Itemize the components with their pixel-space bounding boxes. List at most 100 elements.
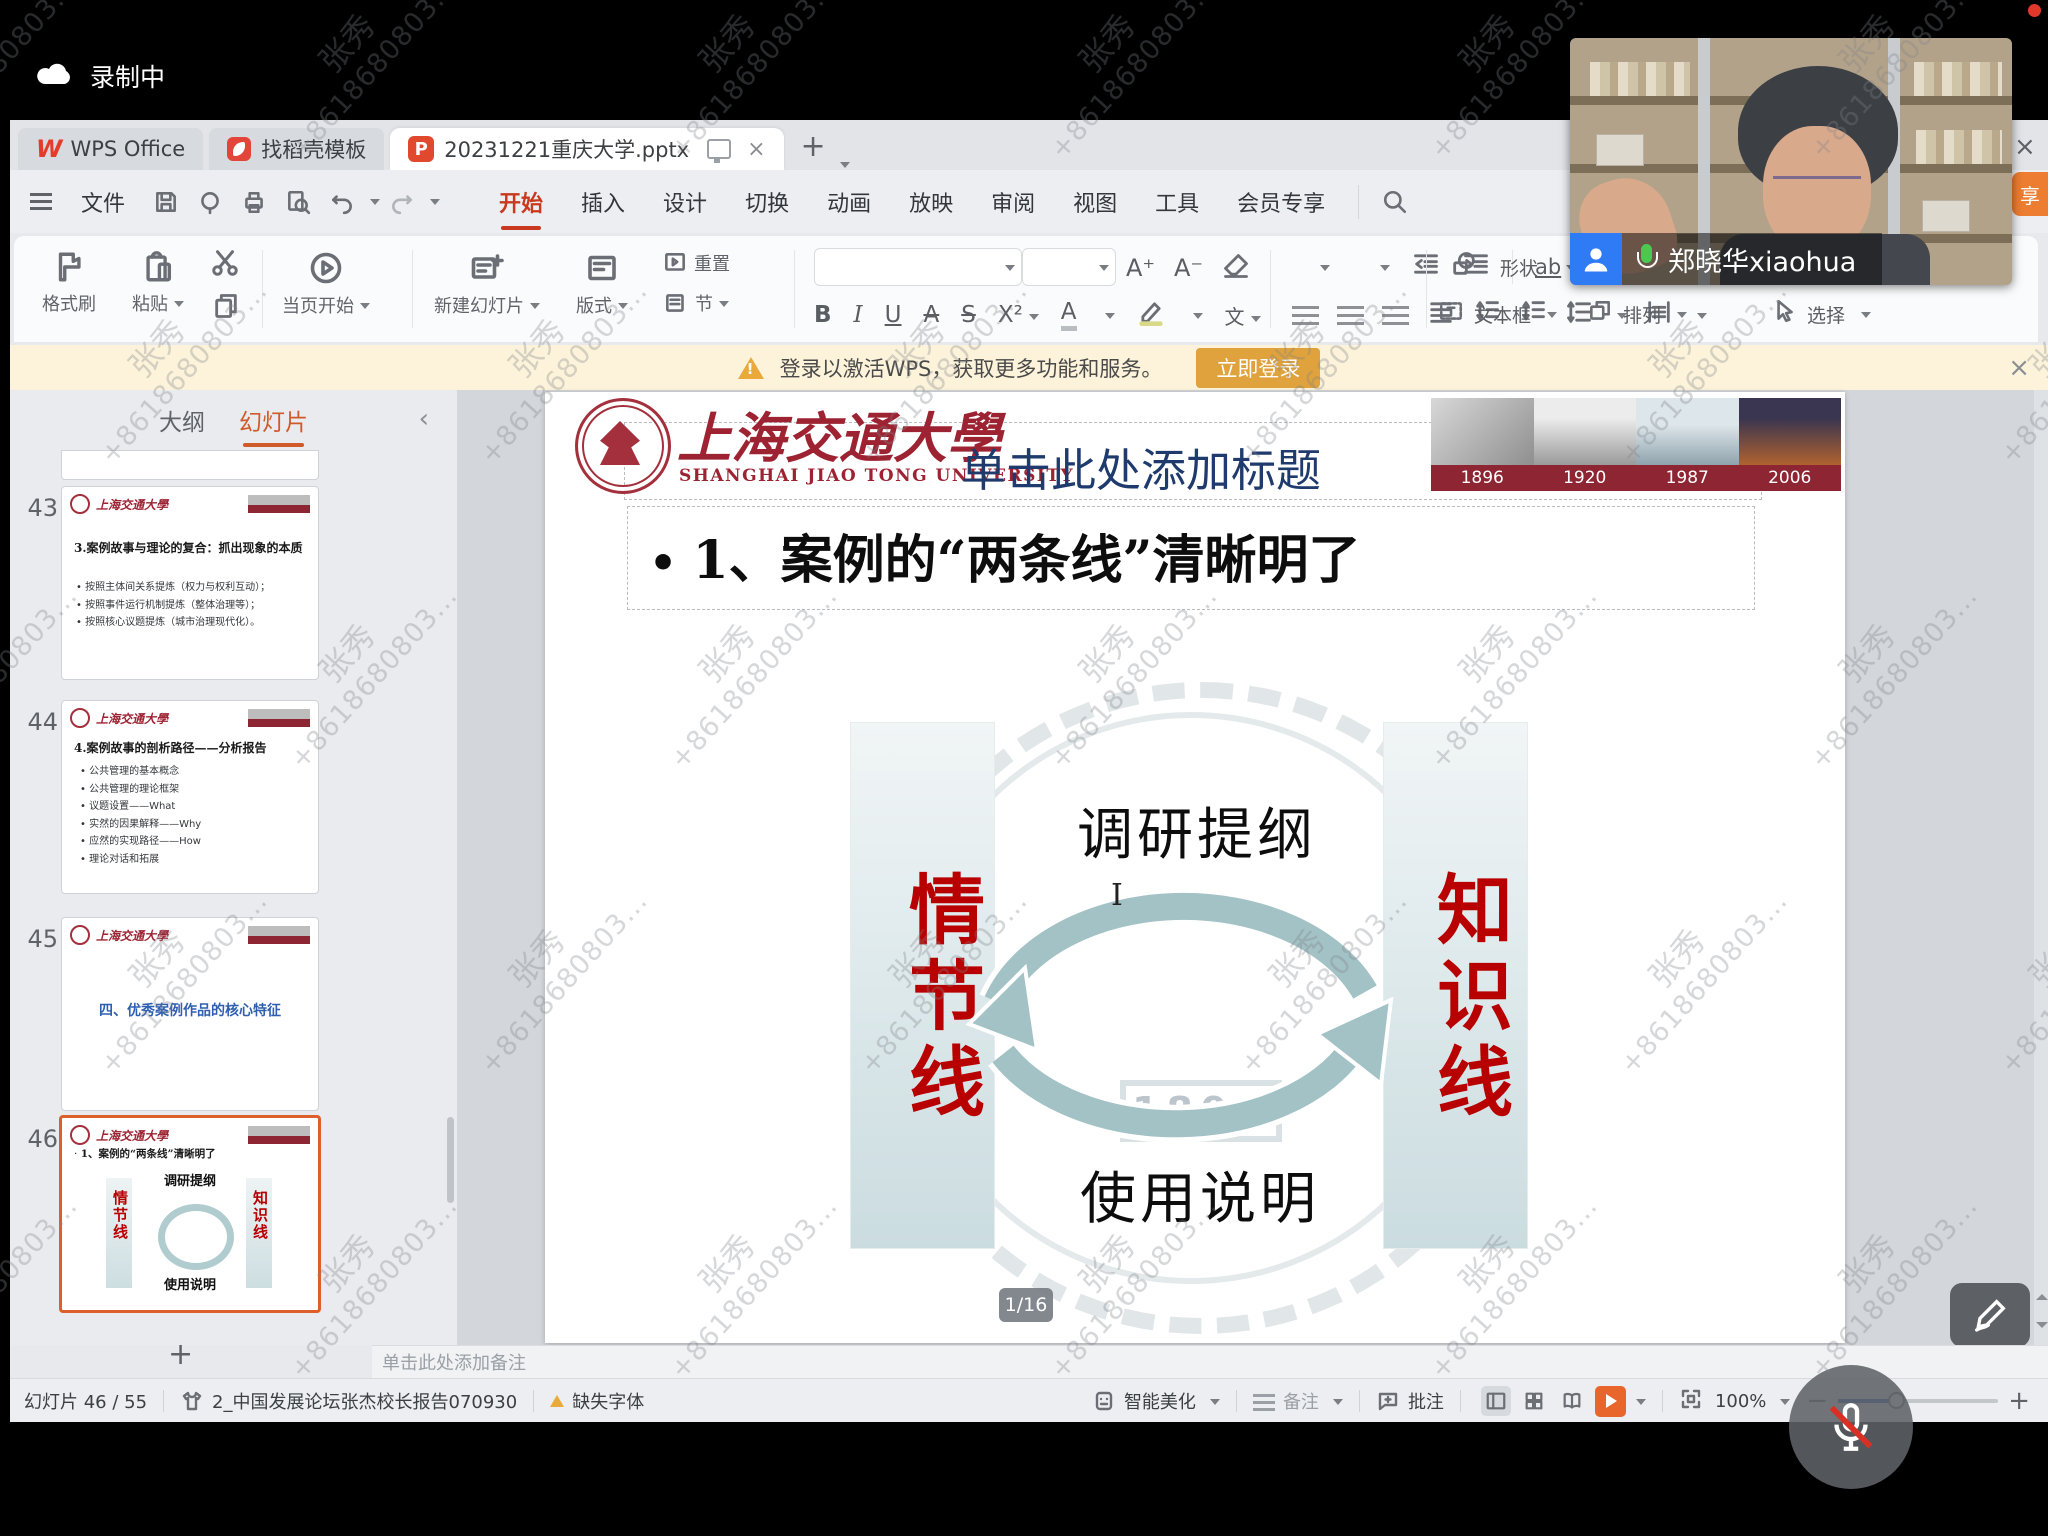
select-chevron-icon[interactable] [1861,312,1871,323]
notes-bar[interactable]: 单击此处添加备注 [372,1345,2048,1378]
close-tab-icon[interactable]: × [747,137,765,162]
slide-canvas[interactable]: 上海交通大學 SHANGHAI JIAO TONG UNIVERSITY 单击此… [545,392,1845,1343]
menu-member[interactable]: 会员专享 [1237,186,1325,218]
annotation-pen-button[interactable] [1950,1283,2030,1347]
format-painter-button[interactable]: 格式刷 [42,250,96,316]
tab-slides[interactable]: 幻灯片 [239,403,308,437]
tab-wps-home[interactable]: W WPS Office [18,128,203,170]
hamburger-icon[interactable] [30,193,52,196]
copy-icon[interactable] [212,292,240,320]
paste-button[interactable]: 粘贴 [132,250,184,316]
zoom-level[interactable]: 100% [1715,1391,1790,1412]
align-left-icon[interactable] [1292,306,1319,309]
slide-thumbnail-43[interactable]: 上海交通大學 3.案例故事与理论的复合：抓出现象的本质 按照主体间关系提炼（权力… [61,486,319,680]
menu-tools[interactable]: 工具 [1155,186,1199,218]
increase-font-button[interactable]: A⁺ [1126,254,1155,282]
shapes-label[interactable]: 形状 [1500,254,1538,281]
notes-button[interactable]: 备注 [1253,1388,1343,1414]
layout-button[interactable]: 版式 [576,250,628,318]
cut-icon[interactable] [210,248,240,278]
print-icon[interactable] [241,189,267,215]
highlight-button[interactable] [1137,298,1165,332]
window-close-icon[interactable]: × [2014,132,2036,162]
webcam-video[interactable]: 郑晓华xiaohua [1570,38,2012,285]
reading-view-button[interactable] [1557,1386,1587,1416]
font-size-select[interactable] [1022,248,1116,286]
export-pdf-icon[interactable] [197,189,223,215]
save-icon[interactable] [153,189,179,215]
menu-transition[interactable]: 切换 [745,186,789,218]
arrange-label[interactable]: 排列 [1623,301,1661,328]
slide-thumbnail-partial[interactable] [61,450,319,480]
play-from-current-button[interactable]: 当页开始 [282,250,370,318]
bullet-list-chevron-icon[interactable] [1320,265,1330,276]
smart-beautify-button[interactable]: 智能美化 [1092,1388,1220,1414]
strikethrough-button[interactable]: S [961,302,976,328]
share-button-fragment[interactable]: 享 [2012,172,2048,216]
arrange-icon[interactable] [1587,298,1613,330]
font-name-select[interactable] [814,248,1022,286]
sidebar-scrollbar[interactable] [447,1117,454,1203]
play-chevron-icon[interactable] [1636,1399,1646,1410]
tab-docer-templates[interactable]: 找稻壳模板 [209,128,384,170]
undo-icon[interactable] [329,189,355,215]
menu-file[interactable]: 文件 [81,186,125,218]
design-scheme-button[interactable]: 2_中国发展论坛张杰校长报告070930 [180,1388,517,1414]
slide-thumbnail-44[interactable]: 上海交通大學 4.案例故事的剖析路径——分析报告 公共管理的基本概念 公共管理的… [61,700,319,894]
align-right-icon[interactable] [1382,306,1409,309]
present-mode-icon[interactable] [707,139,731,159]
textbox-icon[interactable] [1438,298,1464,330]
canvas-scrollbar[interactable] [2034,390,2048,1345]
slide-thumbnail-45[interactable]: 上海交通大學 四、优秀案例作品的核心特征 [61,917,319,1111]
shapes-icon[interactable] [1450,250,1478,284]
comment-button[interactable]: 批注 [1376,1388,1444,1414]
menu-insert[interactable]: 插入 [581,186,625,218]
superscript-button[interactable]: X² [998,302,1039,328]
menu-view[interactable]: 视图 [1073,186,1117,218]
select-icon[interactable] [1771,298,1797,330]
find-replace-icon[interactable] [285,189,311,215]
numbered-list-chevron-icon[interactable] [1380,265,1390,276]
textbox-chevron-icon[interactable] [1547,312,1557,323]
font-color-chevron-icon[interactable] [1105,313,1115,324]
slide-thumbnail-46-selected[interactable]: 上海交通大學 · 1、案例的“两条线”清晰明了 情节线 知识线 调研提纲 使用说… [59,1115,321,1313]
clear-format-icon[interactable] [1222,252,1250,284]
collapse-panel-icon[interactable]: ‹ [419,404,429,434]
zoom-in-button[interactable]: + [2008,1386,2030,1416]
font-color-button[interactable]: A [1061,299,1077,331]
menu-slideshow[interactable]: 放映 [909,186,953,218]
login-now-button[interactable]: 立即登录 [1196,348,1320,388]
new-slide-button[interactable]: 新建幻灯片 [434,250,540,318]
redo-icon[interactable] [389,189,415,215]
reset-button[interactable]: 重置 节 [662,250,730,316]
textbox-label[interactable]: 文本框 [1474,301,1531,328]
char-shading-button[interactable]: A [923,302,939,328]
fit-screen-icon[interactable] [1679,1387,1703,1416]
decrease-font-button[interactable]: A⁻ [1174,254,1203,282]
scroll-up-icon[interactable] [2036,1288,2048,1300]
bold-button[interactable]: B [814,302,832,328]
italic-button[interactable]: I [854,302,863,328]
normal-view-button[interactable] [1481,1386,1511,1416]
new-tab-button[interactable]: + [801,129,826,164]
microphone-muted-button[interactable] [1789,1365,1913,1489]
select-label[interactable]: 选择 [1807,301,1845,328]
tab-outline[interactable]: 大纲 [159,403,205,437]
menu-review[interactable]: 审阅 [991,186,1035,218]
menu-design[interactable]: 设计 [663,186,707,218]
scroll-down-icon[interactable] [2036,1322,2048,1334]
add-slide-button[interactable]: + [168,1337,193,1372]
underline-button[interactable]: U [885,302,902,328]
arrange-chevron-icon[interactable] [1677,312,1687,323]
search-icon[interactable] [1382,189,1408,215]
highlight-chevron-icon[interactable] [1193,313,1203,324]
slideshow-play-button[interactable] [1595,1386,1626,1417]
close-notification-icon[interactable]: × [2008,353,2030,383]
redo-chevron-icon[interactable] [430,199,440,210]
missing-font-warning[interactable]: 缺失字体 [550,1388,644,1414]
menu-animation[interactable]: 动画 [827,186,871,218]
menu-home[interactable]: 开始 [499,186,543,218]
slide-title-placeholder[interactable]: 单击此处添加标题 [961,434,1321,499]
phonetic-guide-button[interactable]: 文 [1225,301,1261,330]
tab-document[interactable]: P 20231221重庆大学.pptx × [390,128,783,170]
